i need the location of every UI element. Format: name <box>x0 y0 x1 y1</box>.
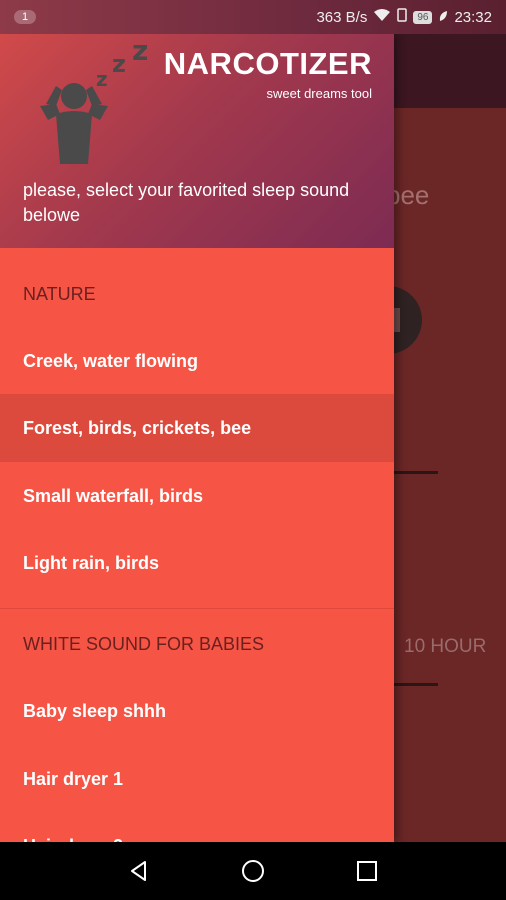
navigation-drawer[interactable]: z z z NARCOTIZER sweet dreams tool pleas… <box>0 34 394 842</box>
drawer-header: z z z NARCOTIZER sweet dreams tool pleas… <box>0 34 394 248</box>
sound-item-hair-dryer-1[interactable]: Hair dryer 1 <box>0 745 394 813</box>
wifi-icon <box>373 8 391 26</box>
svg-text:z: z <box>112 50 126 78</box>
sound-item-forest[interactable]: Forest, birds, crickets, bee <box>0 394 394 462</box>
sound-item-baby-shhh[interactable]: Baby sleep shhh <box>0 677 394 745</box>
sim-icon <box>397 8 408 26</box>
notification-badge: 1 <box>14 10 37 24</box>
sound-item-hair-dryer-2[interactable]: Hair dryer 2 <box>0 812 394 843</box>
sleeping-person-icon: z z z <box>26 34 166 168</box>
section-title-nature: NATURE <box>23 284 96 304</box>
timer-option[interactable]: 10 HOUR <box>404 636 486 658</box>
app-name: NARCOTIZER <box>163 46 372 81</box>
network-speed: 363 B/s <box>316 8 368 26</box>
home-icon[interactable] <box>235 853 271 889</box>
back-icon[interactable] <box>121 853 157 889</box>
sound-item-creek[interactable]: Creek, water flowing <box>0 327 394 395</box>
leaf-icon <box>438 9 448 26</box>
battery-indicator: 96 <box>413 10 433 24</box>
svg-text:z: z <box>96 67 108 91</box>
sound-item-waterfall[interactable]: Small waterfall, birds <box>0 462 394 530</box>
recents-icon[interactable] <box>349 853 385 889</box>
section-title-white-sound: WHITE SOUND FOR BABIES <box>23 634 265 654</box>
section-divider <box>0 608 394 609</box>
header-prompt: please, select your favorited sleep soun… <box>23 180 350 225</box>
underline-divider <box>394 471 438 474</box>
clock: 23:32 <box>454 8 492 26</box>
system-nav-bar <box>0 842 506 900</box>
svg-text:z: z <box>132 38 148 67</box>
sound-item-light-rain[interactable]: Light rain, birds <box>0 529 394 597</box>
app-tagline: sweet dreams tool <box>266 86 373 101</box>
underline-divider <box>394 683 438 686</box>
status-bar: 1 363 B/s 96 23:32 <box>0 0 506 34</box>
